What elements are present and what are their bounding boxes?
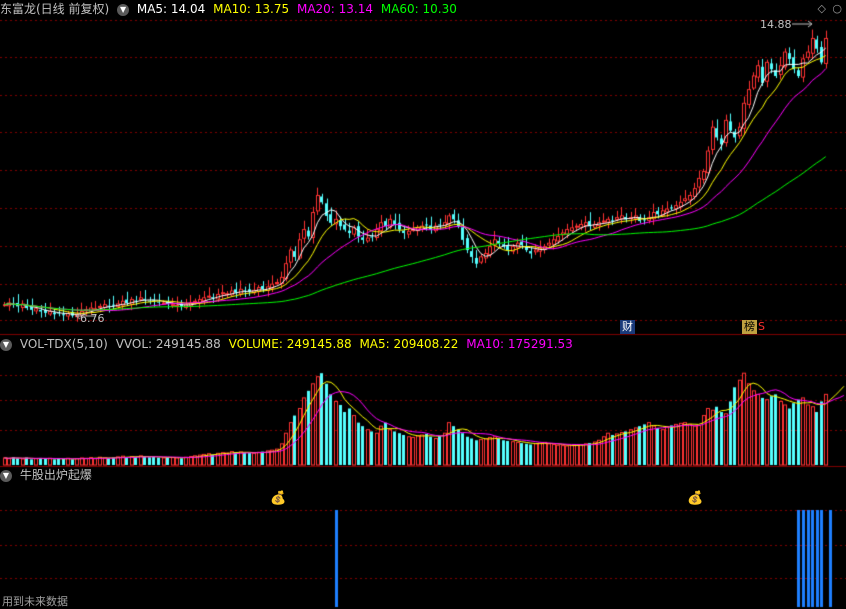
high-price-label: 14.88	[760, 18, 792, 31]
volume-label: VOLUME: 249145.88	[228, 337, 352, 351]
chevron-down-icon[interactable]: ▼	[0, 338, 12, 351]
vol-ma10-label: MA10: 175291.53	[466, 337, 573, 351]
chevron-down-icon[interactable]: ▼	[117, 3, 130, 16]
money-bag-icon: 💰	[687, 491, 704, 506]
indicator-panel-header: ▼ 牛股出炉起爆	[0, 467, 96, 483]
stock-chart-canvas[interactable]	[0, 0, 846, 609]
price-panel-header: 东富龙(日线 前复权) ▼ MA5: 14.04 MA10: 13.75 MA2…	[0, 1, 461, 17]
ma5-label: MA5: 14.04	[136, 2, 206, 16]
vvol-label: VVOL: 249145.88	[115, 337, 221, 351]
ranking-badge[interactable]: 榜	[742, 320, 757, 334]
future-data-note: 用到未来数据	[2, 595, 68, 608]
low-price-label: 6.76	[80, 312, 105, 325]
diamond-icon[interactable]: ◇	[818, 2, 826, 15]
ma60-label: MA60: 10.30	[380, 2, 457, 16]
ma20-label: MA20: 13.14	[296, 2, 374, 16]
vol-indicator-name: VOL-TDX(5,10)	[19, 337, 108, 351]
vol-ma5-label: MA5: 209408.22	[359, 337, 459, 351]
s-badge[interactable]: S	[756, 320, 767, 334]
indicator-name: 牛股出炉起爆	[19, 468, 92, 482]
chevron-down-icon[interactable]: ▼	[0, 469, 12, 482]
circle-icon[interactable]: ○	[832, 2, 842, 15]
finance-badge[interactable]: 财	[620, 320, 635, 334]
ma10-label: MA10: 13.75	[213, 2, 290, 16]
money-bag-icon: 💰	[270, 491, 287, 506]
volume-panel-header: ▼ VOL-TDX(5,10) VVOL: 249145.88 VOLUME: …	[0, 336, 577, 352]
stock-title: 东富龙(日线 前复权)	[0, 2, 110, 16]
